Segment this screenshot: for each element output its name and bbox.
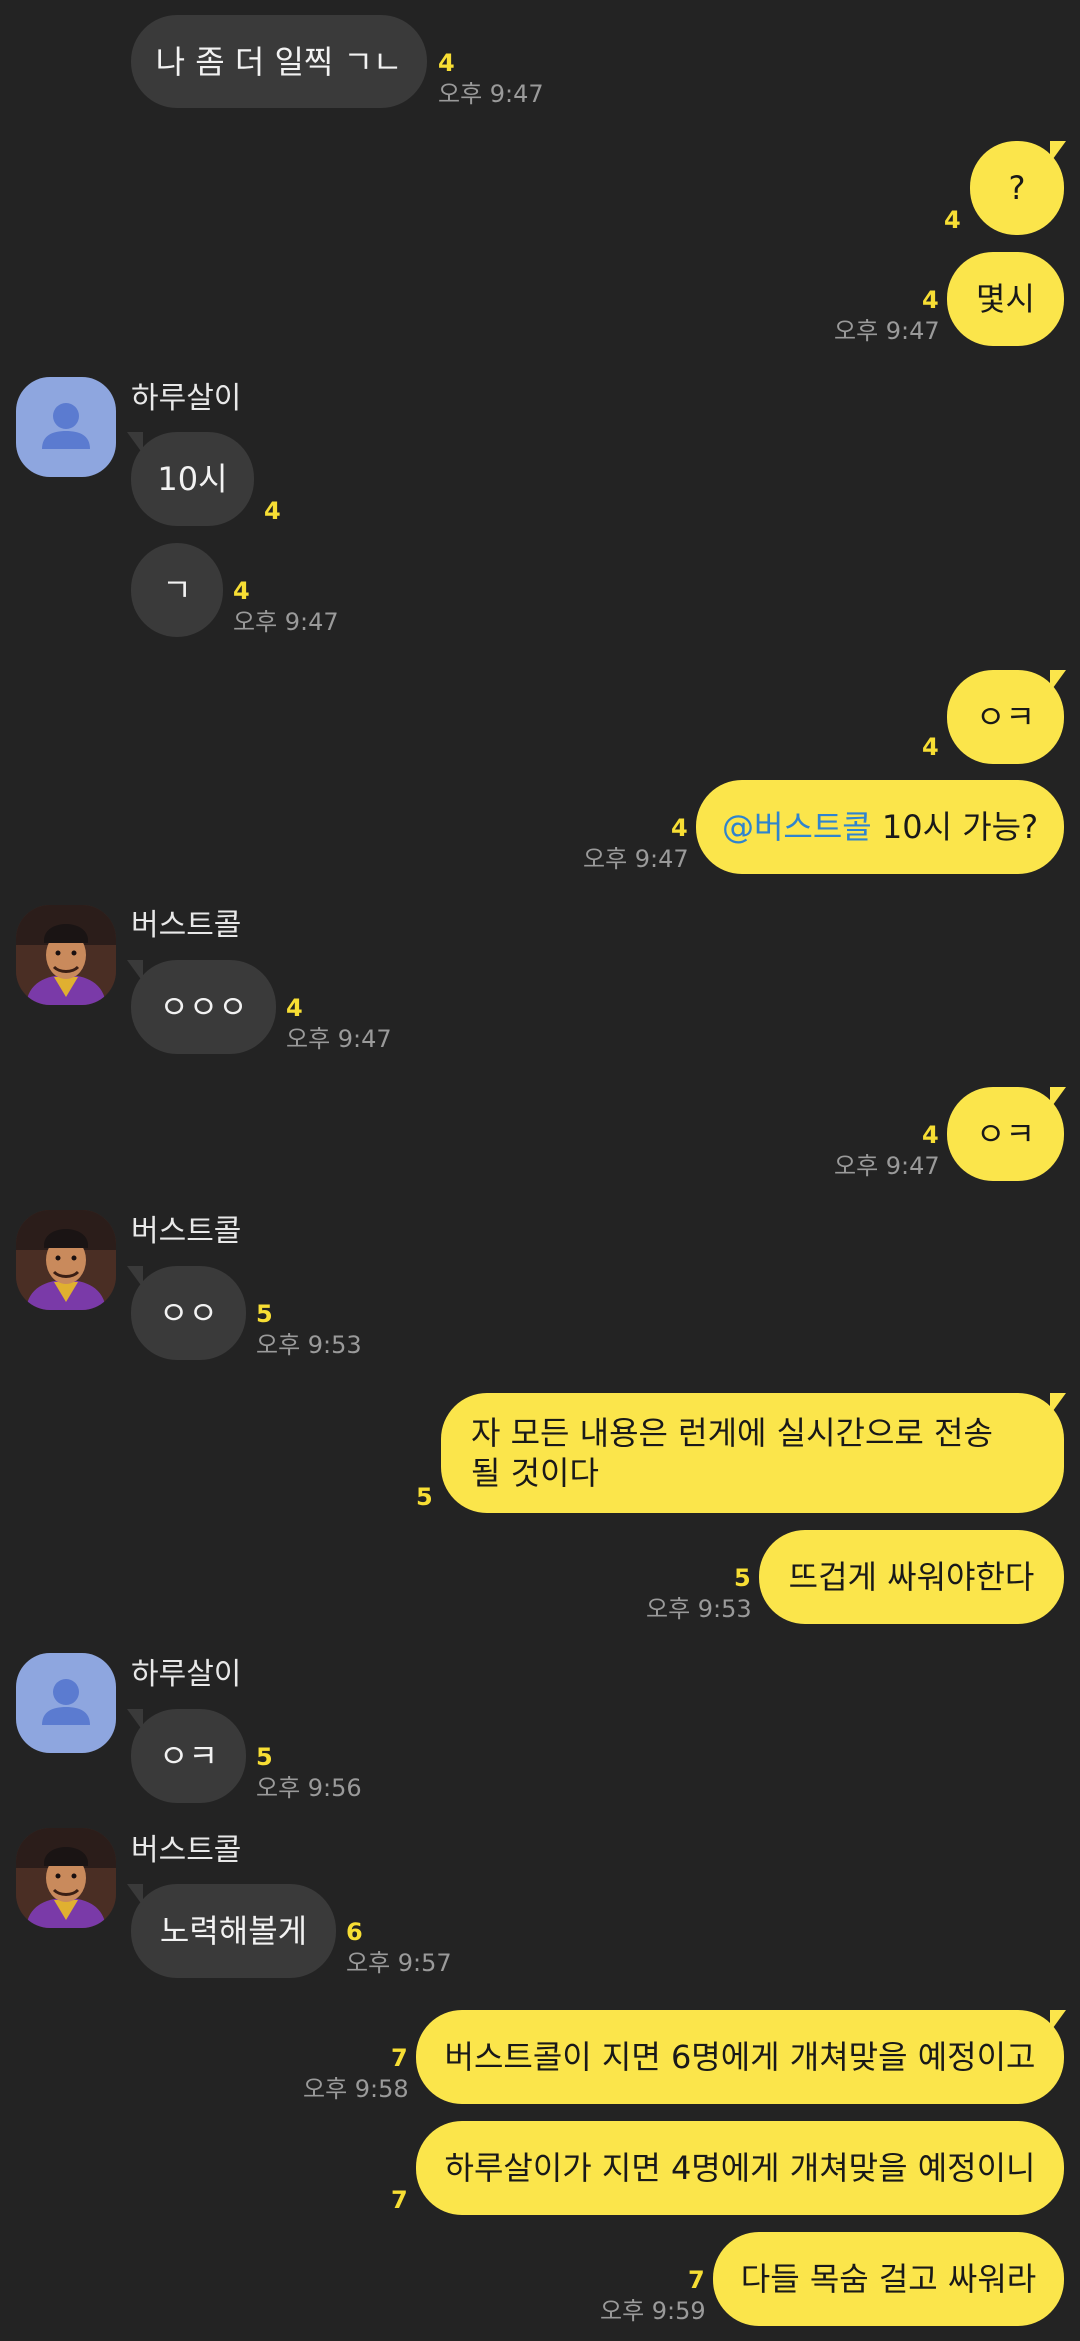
message-bubble[interactable]: ㅇㅋ: [947, 1087, 1064, 1181]
message-bubble[interactable]: 나 좀 더 일찍 ㄱㄴ: [131, 15, 427, 108]
message-bubble[interactable]: ㄱ: [131, 543, 223, 637]
bubble-tail: [1050, 1087, 1066, 1109]
message-text: @버스트콜 10시 가능?: [722, 807, 1038, 847]
message-bubble[interactable]: ㅇㅇ: [131, 1266, 246, 1360]
unread-count: 4: [264, 497, 281, 525]
bubble-tail: [127, 1884, 143, 1906]
message-timestamp: 오후 9:47: [286, 1025, 392, 1053]
bubble-tail: [1050, 670, 1066, 692]
unread-count: 7: [688, 2266, 705, 2294]
message-text: 하루살이가 지면 4명에게 개쳐맞을 예정이니: [444, 2149, 1036, 2187]
message-timestamp: 오후 9:47: [438, 80, 544, 108]
sender-name: 하루살이: [131, 381, 242, 416]
message-text: ㅇㅇ: [159, 1294, 218, 1332]
unread-count: 4: [438, 49, 455, 77]
message-timestamp: 오후 9:47: [583, 845, 689, 873]
message-bubble[interactable]: 10시: [131, 432, 254, 526]
sender-name: 버스트콜: [131, 1833, 242, 1868]
message-timestamp: 오후 9:57: [346, 1949, 452, 1977]
message-bubble[interactable]: 몇시: [947, 252, 1064, 346]
avatar[interactable]: [16, 1210, 116, 1310]
message-text: 10시: [157, 460, 228, 498]
bubble-tail: [127, 960, 143, 982]
message-text: 몇시: [976, 280, 1035, 318]
bubble-tail: [1050, 141, 1066, 163]
person-silhouette-icon: [42, 403, 90, 449]
message-timestamp: 오후 9:53: [646, 1595, 752, 1623]
message-text: ?: [1008, 169, 1026, 207]
unread-count: 6: [346, 1918, 363, 1946]
message-text: ㅇㅋ: [976, 698, 1035, 736]
profile-photo: [16, 1828, 116, 1928]
message-bubble[interactable]: 다들 목숨 걸고 싸워라: [713, 2232, 1064, 2326]
message-timestamp: 오후 9:58: [303, 2075, 409, 2103]
message-text: 버스트콜이 지면 6명에게 개쳐맞을 예정이고: [444, 2038, 1036, 2076]
unread-count: 4: [671, 814, 688, 842]
bubble-tail: [1050, 2010, 1066, 2032]
message-text-rest: 10시 가능?: [871, 808, 1039, 846]
avatar[interactable]: [16, 377, 116, 477]
bubble-tail: [127, 432, 143, 454]
unread-count: 7: [391, 2044, 408, 2072]
avatar[interactable]: [16, 1653, 116, 1753]
unread-count: 4: [922, 733, 939, 761]
unread-count: 4: [922, 1121, 939, 1149]
avatar[interactable]: [16, 905, 116, 1005]
message-text: ㅇㅋ: [976, 1115, 1035, 1153]
unread-count: 5: [416, 1483, 433, 1511]
message-text: ㅇㅋ: [159, 1737, 218, 1775]
profile-photo: [16, 905, 116, 1005]
message-timestamp: 오후 9:56: [256, 1774, 362, 1802]
chat-room-message-list[interactable]: 나 좀 더 일찍 ㄱㄴ 4 오후 9:47 ? 4 몇시 4 오후 9:47 하…: [0, 0, 1080, 2341]
unread-count: 4: [944, 206, 961, 234]
message-bubble[interactable]: 노력해볼게: [131, 1884, 336, 1978]
message-bubble[interactable]: ㅇㅇㅇ: [131, 960, 276, 1054]
message-text: 자 모든 내용은 런게에 실시간으로 전송 될 것이다: [471, 1414, 993, 1492]
unread-count: 5: [256, 1300, 273, 1328]
message-text: ㅇㅇㅇ: [159, 988, 248, 1026]
message-timestamp: 오후 9:53: [256, 1331, 362, 1359]
message-bubble[interactable]: ㅇㅋ: [131, 1709, 246, 1803]
message-text: ㄱ: [162, 571, 192, 609]
message-timestamp: 오후 9:59: [600, 2297, 706, 2325]
unread-count: 4: [922, 286, 939, 314]
message-timestamp: 오후 9:47: [233, 608, 339, 636]
unread-count: 7: [391, 2186, 408, 2214]
bubble-tail: [127, 1709, 143, 1731]
unread-count: 5: [734, 1564, 751, 1592]
message-bubble[interactable]: 자 모든 내용은 런게에 실시간으로 전송 될 것이다: [441, 1393, 1064, 1513]
mention-link[interactable]: @버스트콜: [722, 808, 872, 846]
bubble-tail: [127, 1266, 143, 1288]
profile-photo: [16, 1210, 116, 1310]
message-timestamp: 오후 9:47: [834, 1152, 940, 1180]
message-timestamp: 오후 9:47: [834, 317, 940, 345]
unread-count: 4: [286, 994, 303, 1022]
message-bubble[interactable]: 버스트콜이 지면 6명에게 개쳐맞을 예정이고: [416, 2010, 1064, 2104]
message-text: 나 좀 더 일찍 ㄱㄴ: [155, 42, 403, 81]
message-text: 노력해볼게: [159, 1912, 308, 1950]
bubble-tail: [1050, 1393, 1066, 1415]
message-bubble[interactable]: 하루살이가 지면 4명에게 개쳐맞을 예정이니: [416, 2121, 1064, 2215]
message-bubble[interactable]: @버스트콜 10시 가능?: [696, 780, 1064, 874]
message-text: 뜨겁게 싸워야한다: [788, 1558, 1035, 1596]
avatar[interactable]: [16, 1828, 116, 1928]
message-bubble[interactable]: ㅇㅋ: [947, 670, 1064, 764]
sender-name: 하루살이: [131, 1657, 242, 1692]
sender-name: 버스트콜: [131, 1214, 242, 1249]
unread-count: 4: [233, 577, 250, 605]
person-silhouette-icon: [42, 1679, 90, 1725]
message-text: 다들 목숨 걸고 싸워라: [740, 2260, 1037, 2298]
unread-count: 5: [256, 1743, 273, 1771]
sender-name: 버스트콜: [131, 908, 242, 943]
message-bubble[interactable]: 뜨겁게 싸워야한다: [759, 1530, 1064, 1624]
